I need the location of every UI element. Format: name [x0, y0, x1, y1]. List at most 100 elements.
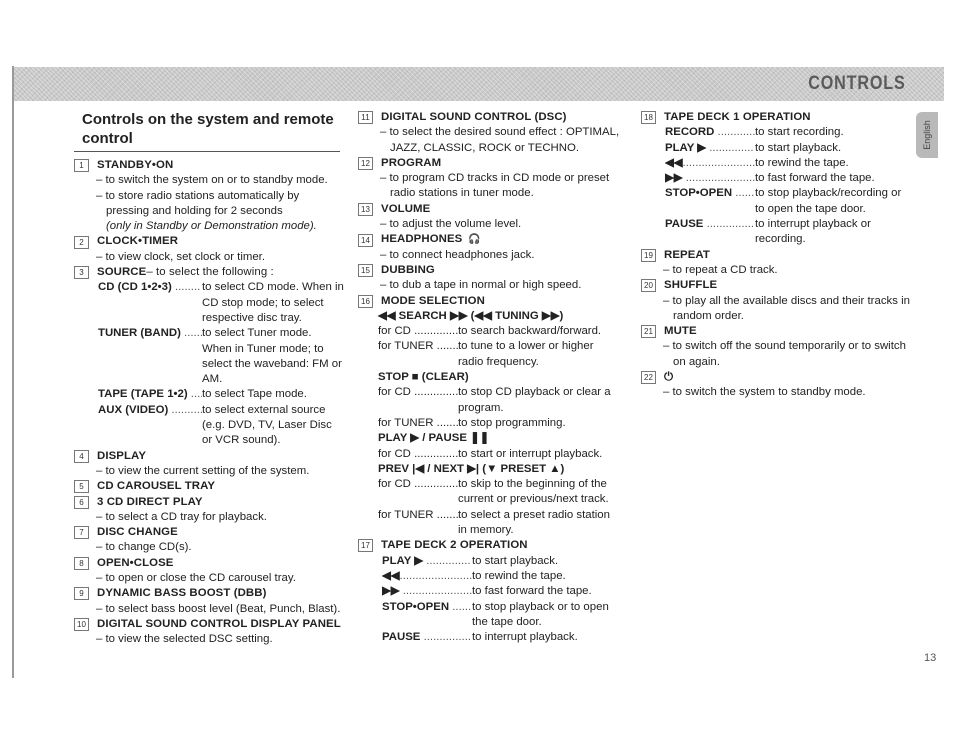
item-heading: 9 DYNAMIC BASS BOOST (DBB) [74, 586, 344, 601]
sub-key-cell: PAUSE ................ [382, 630, 472, 645]
control-item-8: 8 OPEN•CLOSE to open or close the CD carou… [74, 556, 344, 587]
item-title: DIGITAL SOUND CONTROL DISPLAY PANEL [97, 617, 341, 630]
control-item-16: 16 MODE SELECTION ◀◀ SEARCH ▶▶ (◀◀ TUNING … [358, 294, 620, 539]
item-title: HEADPHONES [381, 233, 463, 246]
description-line: to adjust the volume level. [370, 217, 620, 232]
item-title: STANDBY•ON [97, 159, 174, 171]
control-item-18: 18 TAPE DECK 1 OPERATION RECORD ..........… [641, 110, 911, 248]
sub-row: RECORD ............. to start recording. [665, 125, 911, 140]
description-line: to select bass boost level (Beat, Punch,… [86, 602, 344, 617]
leader-dots: ...................... [682, 172, 755, 185]
language-tab: English [916, 112, 938, 158]
description-line: to switch off the sound temporarily or t… [653, 339, 911, 370]
sub-value: to fast forward the tape. [472, 585, 592, 598]
item-title: TAPE DECK 2 OPERATION [381, 539, 528, 552]
sub-row: STOP•OPEN ....... to stop playback/record… [665, 186, 911, 217]
sub-key: PAUSE [665, 218, 704, 231]
item-title-suffix: – to select the following : [146, 266, 274, 279]
sub-key-cell: STOP•OPEN ....... [382, 600, 472, 631]
mode-row: for TUNER ..........to stop programming. [378, 416, 620, 431]
item-number-box: 12 [358, 157, 373, 171]
control-item-17: 17 TAPE DECK 2 OPERATION PLAY ▶ ..........… [358, 538, 620, 645]
mode-value: to tune to a lower or higher radio frequ… [458, 340, 594, 368]
italic-note: (only in Standby or Demonstration mode). [106, 220, 317, 233]
item-number-box: 3 [74, 266, 89, 280]
control-item-5: 5 CD CAROUSEL TRAY [74, 479, 344, 494]
control-item-19: 19 REPEAT to repeat a CD track. [641, 248, 911, 279]
mode-label: PLAY ▶ / PAUSE ❚❚ [378, 432, 490, 445]
item-heading: 5 CD CAROUSEL TRAY [74, 479, 344, 494]
item-title: DYNAMIC BASS BOOST (DBB) [97, 587, 267, 600]
mode-key: for CD ............... [378, 325, 458, 338]
description-line: to view clock, set clock or timer. [86, 250, 344, 265]
leader-dots: .............. [423, 554, 471, 567]
control-item-12: 12 PROGRAM to program CD tracks in CD mode… [358, 156, 620, 202]
item-number-box: 17 [358, 539, 373, 553]
mode-row: for CD ............... to start or interr… [378, 447, 620, 462]
sub-value: to rewind the tape. [755, 156, 849, 169]
sub-row: PLAY ▶ .............. to start playback. [665, 141, 911, 156]
item-title: MUTE [664, 325, 697, 338]
sub-value: to select Tape mode. [202, 388, 307, 401]
mode-row: for CD ............... to search backward… [378, 324, 620, 339]
control-item-11: 11 DIGITAL SOUND CONTROL (DSC) to select t… [358, 110, 620, 156]
leader-dots: .............. [706, 141, 754, 154]
sub-value: to start playback. [755, 141, 842, 154]
sub-row: ▶▶ ...................... to fast forward… [382, 584, 620, 599]
item-number-box: 18 [641, 111, 656, 125]
item-number-box: 8 [74, 556, 89, 570]
sub-key-cell: TUNER (BAND) ....... [98, 326, 202, 387]
item-heading: 21 MUTE [641, 324, 911, 339]
leader-dots: ...................... [399, 585, 472, 598]
item-heading: 11 DIGITAL SOUND CONTROL (DSC) [358, 110, 620, 125]
item-title: REPEAT [664, 248, 710, 261]
item-title: CLOCK•TIMER [97, 235, 179, 248]
control-item-3: 3 SOURCE – to select the following : CD (C… [74, 265, 344, 449]
sub-value: to select CD mode. When in CD stop mode;… [202, 281, 344, 324]
control-item-1: 1 STANDBY•ON to switch the system on or to… [74, 158, 344, 234]
sub-value: to select external source (e.g. DVD, TV,… [202, 403, 332, 447]
item-title: OPEN•CLOSE [97, 556, 174, 569]
leader-dots: ........ [171, 281, 201, 294]
column-right: 18 TAPE DECK 1 OPERATION RECORD ..........… [641, 110, 911, 401]
item-title: DUBBING [381, 263, 435, 276]
description-line: to select the desired sound effect : OPT… [370, 125, 620, 156]
leader-dots: ................ [703, 218, 755, 231]
description-line: to connect headphones jack. [370, 248, 620, 263]
leader-dots: ........................ [682, 156, 755, 169]
mode-row: for CD ............... to stop CD playbac… [378, 385, 620, 416]
sub-key-cell: PLAY ▶ .............. [382, 554, 472, 569]
item-heading: 4 DISPLAY [74, 449, 344, 464]
item-number-box: 1 [74, 159, 89, 173]
item-heading: 1 STANDBY•ON [74, 158, 344, 173]
sub-key-cell: ▶▶ ...................... [382, 584, 472, 599]
sub-row: TAPE (TAPE 1•2) .....to select Tape mode… [98, 387, 344, 402]
mode-key: for TUNER .......... [378, 416, 458, 429]
item-number-box: 6 [74, 495, 89, 509]
page-edge-line [12, 66, 14, 678]
sub-key-cell: TAPE (TAPE 1•2) ..... [98, 387, 202, 402]
item-heading: 19 REPEAT [641, 248, 911, 263]
mode-key: for CD ............... [378, 447, 458, 460]
item-number-box: 13 [358, 202, 373, 216]
description-line: to select a CD tray for playback. [86, 510, 344, 525]
sub-row: ▶▶ ...................... to fast forward… [665, 171, 911, 186]
item-title: SOURCE [97, 266, 147, 279]
control-item-10: 10 DIGITAL SOUND CONTROL DISPLAY PANEL to … [74, 617, 344, 648]
item-number-box: 15 [358, 264, 373, 278]
item-heading: 8 OPEN•CLOSE [74, 556, 344, 571]
leader-dots: ........................ [399, 569, 472, 582]
mode-key: for CD ............... [378, 386, 458, 399]
sub-key: AUX (VIDEO) [98, 403, 169, 416]
item-title: PROGRAM [381, 156, 442, 169]
sub-value: to interrupt playback or recording. [755, 218, 871, 246]
mode-value: to search backward/forward. [458, 325, 602, 338]
item-number-box: 9 [74, 587, 89, 601]
mode-value: to stop CD playback or clear a program. [458, 386, 611, 414]
sub-key: PAUSE [382, 631, 421, 644]
mode-label: STOP ■ (CLEAR) [378, 371, 469, 384]
sub-row: ◀◀........................ to rewind the … [665, 156, 911, 171]
leader-dots: ....... [449, 600, 472, 613]
item-heading: 6 3 CD DIRECT PLAY [74, 495, 344, 510]
sub-row: PAUSE ................ to interrupt playb… [382, 630, 620, 645]
